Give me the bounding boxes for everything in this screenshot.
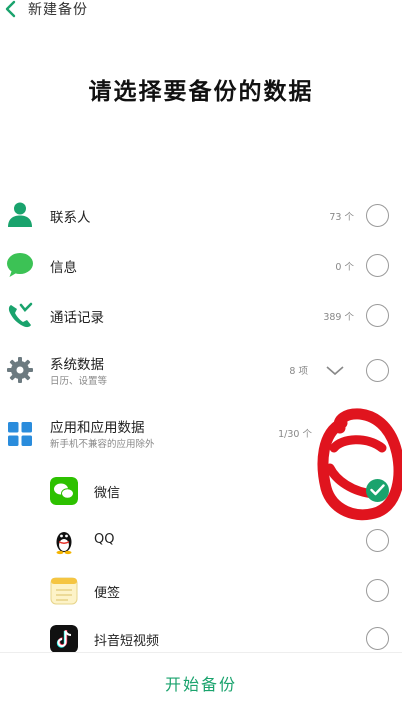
notes-icon <box>50 577 78 605</box>
backup-item-label: 信息 <box>50 260 77 276</box>
select-radio[interactable] <box>366 359 389 382</box>
backup-item-count: 389 个 <box>323 312 354 323</box>
backup-item-label: 通话记录 <box>50 310 104 326</box>
start-backup-button[interactable]: 开始备份 <box>0 671 402 695</box>
backup-item-system-data[interactable]: 系统数据 日历、设置等 8 项 <box>0 350 402 392</box>
backup-item-contacts[interactable]: 联系人 73 个 <box>0 198 402 234</box>
top-bar: 新建备份 <box>0 0 402 22</box>
message-bubble-icon <box>7 253 33 277</box>
app-item-label: 便签 <box>94 586 121 601</box>
select-radio[interactable] <box>366 304 389 327</box>
app-item-label: 抖音短视频 <box>94 634 160 649</box>
wechat-checked-radio[interactable] <box>366 479 389 502</box>
bottom-bar: 开始备份 <box>0 652 402 712</box>
gear-icon <box>7 357 33 383</box>
backup-item-count: 0 个 <box>335 262 354 273</box>
backup-item-apps[interactable]: 应用和应用数据 新手机不兼容的应用除外 1/30 个 <box>0 412 402 456</box>
backup-item-sublabel: 新手机不兼容的应用除外 <box>50 439 155 450</box>
chevron-down-icon[interactable] <box>326 366 344 376</box>
backup-item-call-log[interactable]: 通话记录 389 个 <box>0 298 402 334</box>
contact-person-icon <box>8 202 32 227</box>
app-item-qq[interactable]: QQ <box>0 524 402 560</box>
backup-item-count: 73 个 <box>329 212 354 223</box>
douyin-icon <box>50 625 78 653</box>
app-item-wechat[interactable]: 微信 <box>0 474 402 510</box>
backup-item-label: 应用和应用数据 <box>50 420 145 436</box>
back-arrow-icon[interactable] <box>3 0 19 18</box>
wechat-icon <box>50 477 78 505</box>
backup-item-sublabel: 日历、设置等 <box>50 376 108 387</box>
qq-penguin-icon <box>56 532 72 555</box>
app-item-notes[interactable]: 便签 <box>0 574 402 610</box>
section-heading: 请选择要备份的数据 <box>88 79 314 105</box>
select-radio[interactable] <box>366 204 389 227</box>
app-item-label: 微信 <box>94 486 121 501</box>
page-title: 新建备份 <box>28 2 88 18</box>
select-radio[interactable] <box>366 529 389 552</box>
select-radio[interactable] <box>366 254 389 277</box>
checkmark-icon <box>370 484 385 496</box>
backup-item-count: 8 项 <box>289 366 308 377</box>
select-radio[interactable] <box>366 579 389 602</box>
phone-icon <box>8 302 33 328</box>
apps-grid-icon <box>8 422 32 446</box>
app-item-label: QQ <box>94 532 115 547</box>
backup-item-label: 系统数据 <box>50 357 104 373</box>
backup-item-label: 联系人 <box>50 210 91 226</box>
select-radio[interactable] <box>366 627 389 650</box>
backup-item-messages[interactable]: 信息 0 个 <box>0 248 402 284</box>
backup-item-count: 1/30 个 <box>278 429 312 440</box>
